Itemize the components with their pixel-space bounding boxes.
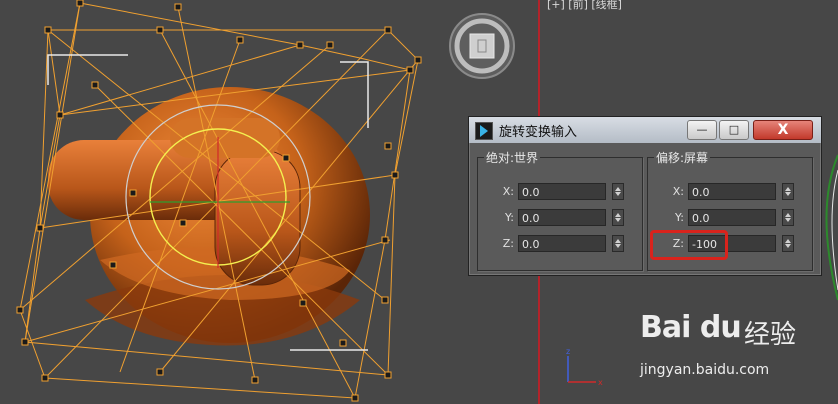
offset-x-spinner[interactable] [782,183,794,200]
absolute-z-spinner[interactable] [612,235,624,252]
axis-label: Y: [505,211,514,224]
annotation-highlight-box [650,230,728,260]
absolute-row-x: X: 0.0 [478,182,642,202]
minimize-button[interactable]: — [687,120,717,140]
close-button[interactable]: X [753,120,813,140]
rotate-gizmo-front [825,154,838,301]
svg-text:x: x [598,378,603,387]
app-icon [475,122,493,140]
offset-z-spinner[interactable] [782,235,794,252]
offset-x-field[interactable]: 0.0 [688,183,776,200]
svg-text:z: z [566,347,570,356]
watermark-logo: Bai du [640,310,742,345]
offset-row-y: Y: 0.0 [648,208,812,228]
absolute-x-field[interactable]: 0.0 [518,183,606,200]
absolute-world-group: 绝对:世界 X: 0.0 Y: 0.0 Z: 0.0 [477,149,643,271]
watermark-subtitle: 经验 [744,320,797,350]
absolute-z-field[interactable]: 0.0 [518,235,606,252]
dialog-title: 旋转变换输入 [499,125,578,140]
offset-y-spinner[interactable] [782,209,794,226]
viewcube-icon[interactable] [449,13,515,79]
group-title-offset: 偏移:屏幕 [654,149,711,166]
dialog-titlebar[interactable]: 旋转变换输入 — □ X [469,117,821,143]
offset-row-x: X: 0.0 [648,182,812,202]
absolute-x-spinner[interactable] [612,183,624,200]
absolute-y-spinner[interactable] [612,209,624,226]
group-title-absolute: 绝对:世界 [484,149,541,166]
rotate-transform-dialog[interactable]: 旋转变换输入 — □ X 绝对:世界 X: 0.0 Y: 0.0 Z: 0.0 … [468,116,822,276]
axis-label: X: [672,185,684,198]
maximize-button[interactable]: □ [719,120,749,140]
axis-label: X: [502,185,514,198]
offset-y-field[interactable]: 0.0 [688,209,776,226]
axis-tripod-icon: z x [566,347,603,387]
axis-label: Z: [502,237,514,250]
absolute-y-field[interactable]: 0.0 [518,209,606,226]
absolute-row-z: Z: 0.0 [478,234,642,254]
axis-label: Y: [675,211,684,224]
watermark-url: jingyan.baidu.com [640,362,770,378]
absolute-row-y: Y: 0.0 [478,208,642,228]
